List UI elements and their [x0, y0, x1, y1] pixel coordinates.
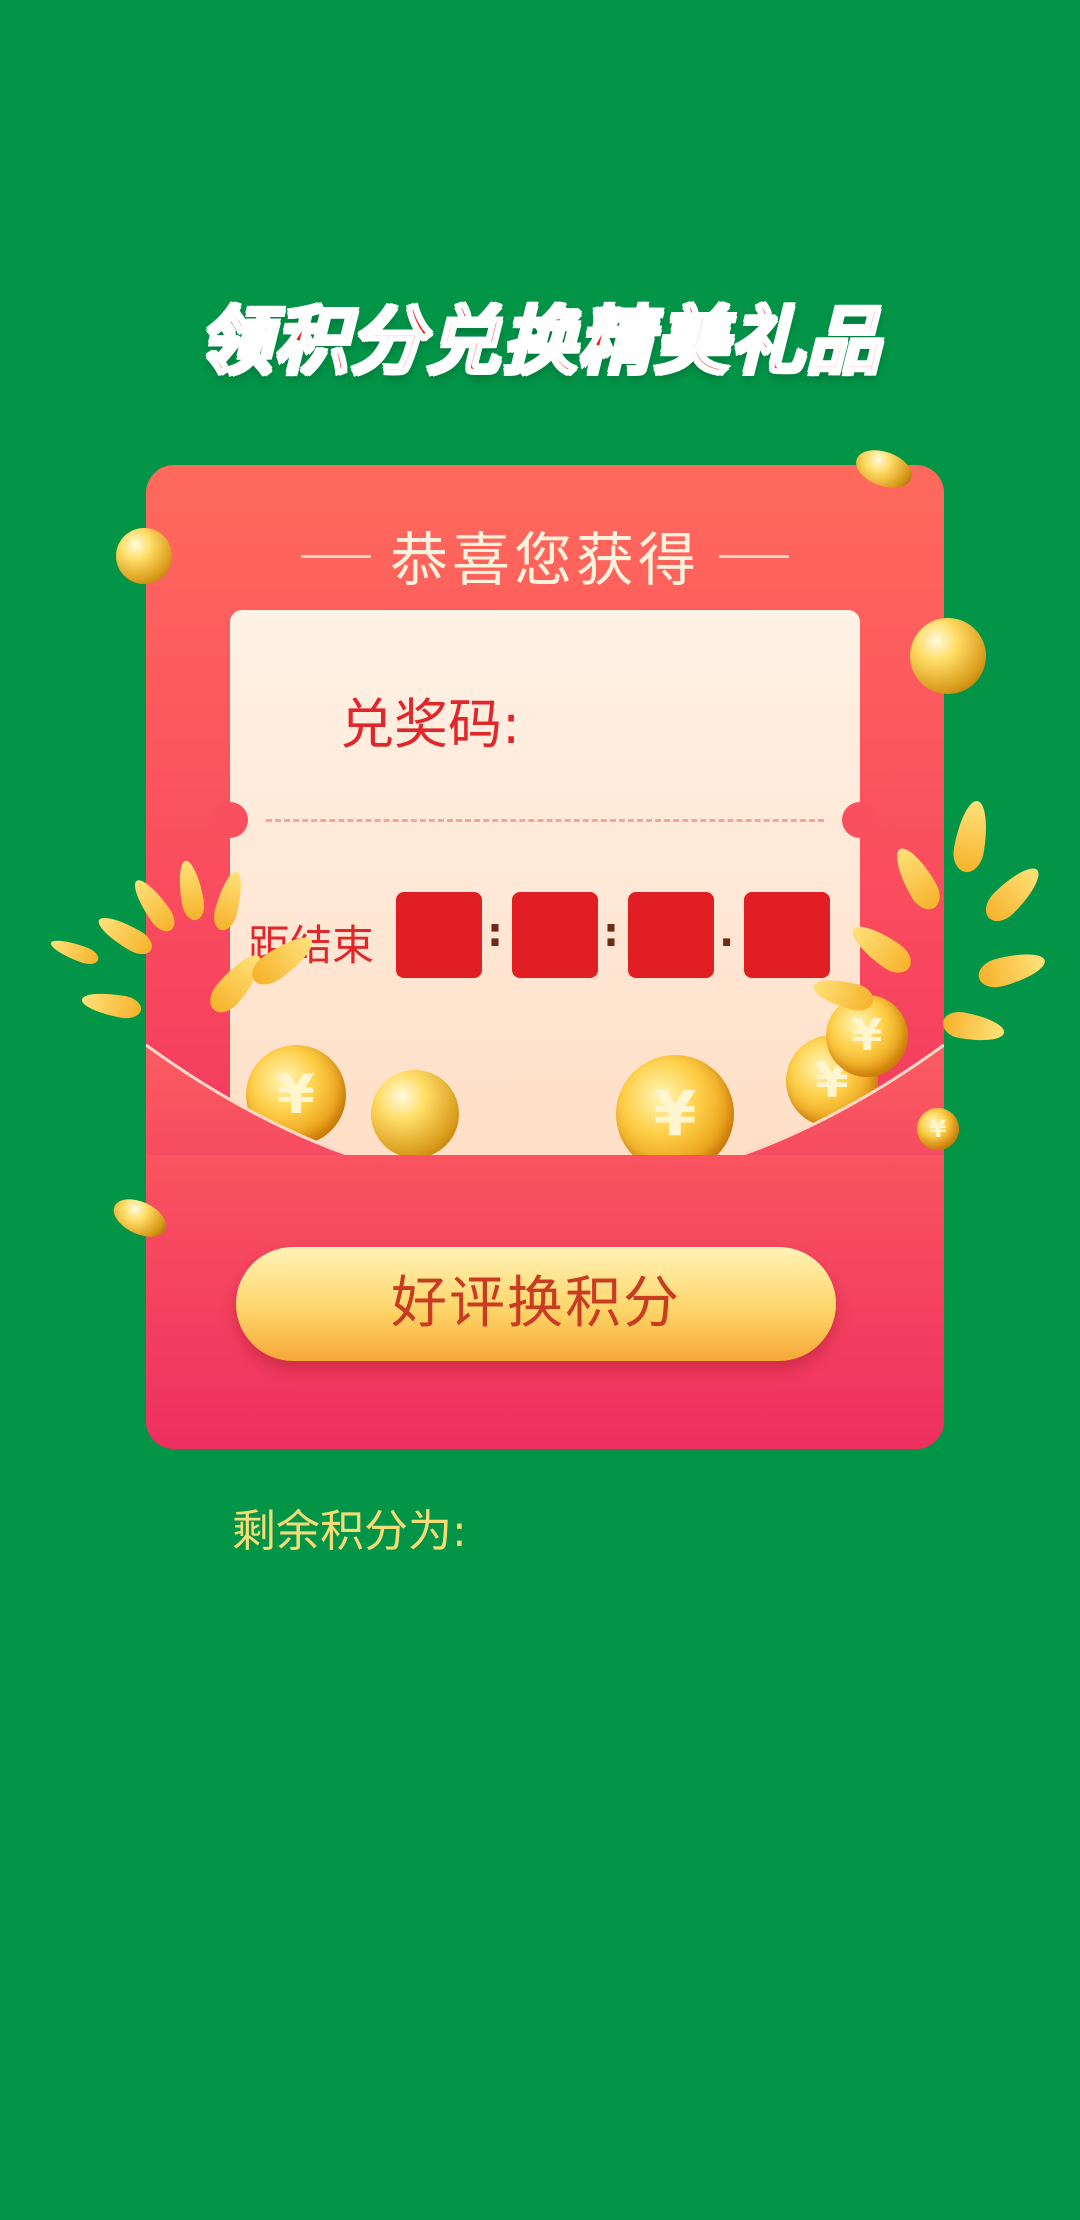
ticket-notch-left	[212, 802, 248, 838]
countdown-box-days	[396, 892, 482, 978]
countdown-separator: :	[603, 910, 619, 956]
countdown-separator: .	[719, 910, 735, 956]
countdown-box-minutes	[628, 892, 714, 978]
gold-ball-icon	[116, 528, 172, 584]
gold-coin-icon: ¥	[917, 1108, 959, 1150]
redeem-code-label: 兑奖码:	[340, 693, 521, 756]
page-title: 领积分兑换精美礼品	[197, 298, 882, 387]
gold-ball-icon	[910, 618, 986, 694]
countdown-box-hours	[512, 892, 598, 978]
ticket-divider	[266, 819, 824, 822]
good-review-exchange-button[interactable]: 好评换积分	[236, 1247, 836, 1361]
countdown-separator: :	[487, 910, 503, 956]
remaining-points-label: 剩余积分为:	[232, 1506, 467, 1557]
header-divider-right	[719, 555, 789, 558]
golden-leaf-icon	[48, 850, 320, 1070]
card-header: 恭喜您获得	[389, 526, 700, 594]
golden-leaf-icon	[800, 790, 1049, 1050]
